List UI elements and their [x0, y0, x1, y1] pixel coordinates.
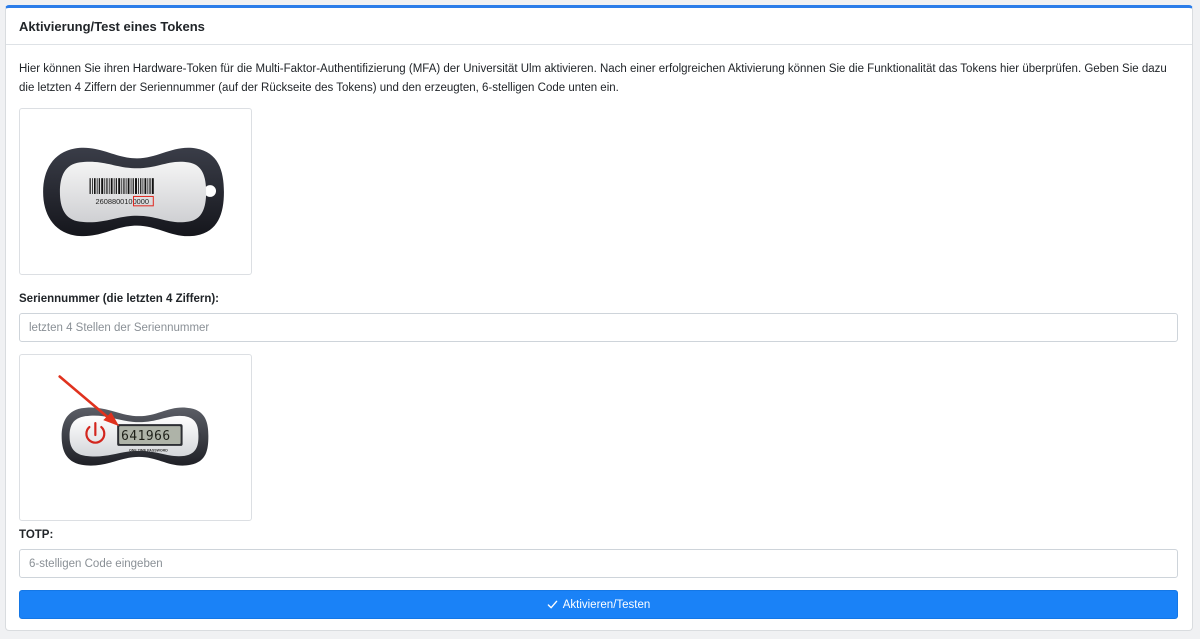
- totp-input[interactable]: [19, 549, 1178, 578]
- token-totp-image: 641966 ONE TIME PASSWORD: [19, 354, 252, 521]
- serial-highlight: 0000: [133, 197, 149, 206]
- totp-label: TOTP:: [19, 529, 54, 541]
- token-front-illustration: 641966 ONE TIME PASSWORD: [58, 375, 209, 466]
- token-display-code: 641966: [121, 429, 170, 444]
- activate-test-button[interactable]: Aktivieren/Testen: [19, 590, 1178, 619]
- serial-input[interactable]: [19, 313, 1178, 342]
- card-body: Hier können Sie ihren Hardware-Token für…: [6, 60, 1192, 98]
- check-icon: [547, 600, 558, 609]
- token-serial-image: 2608800100000: [19, 108, 252, 275]
- serial-mid: 10: [124, 197, 132, 206]
- card-title: Aktivierung/Test eines Tokens: [6, 8, 1192, 45]
- intro-text: Hier können Sie ihren Hardware-Token für…: [19, 63, 1167, 94]
- token-activation-card: Aktivierung/Test eines Tokens Hier könne…: [5, 5, 1193, 631]
- svg-text:2608800100000: 2608800100000: [95, 197, 149, 206]
- activate-test-label: Aktivieren/Testen: [562, 598, 651, 611]
- token-caption: ONE TIME PASSWORD: [129, 448, 168, 452]
- serial-label: Seriennummer (die letzten 4 Ziffern):: [19, 293, 220, 305]
- token-back-illustration: 2608800100000: [43, 147, 224, 237]
- serial-prefix: 2608800: [95, 197, 124, 206]
